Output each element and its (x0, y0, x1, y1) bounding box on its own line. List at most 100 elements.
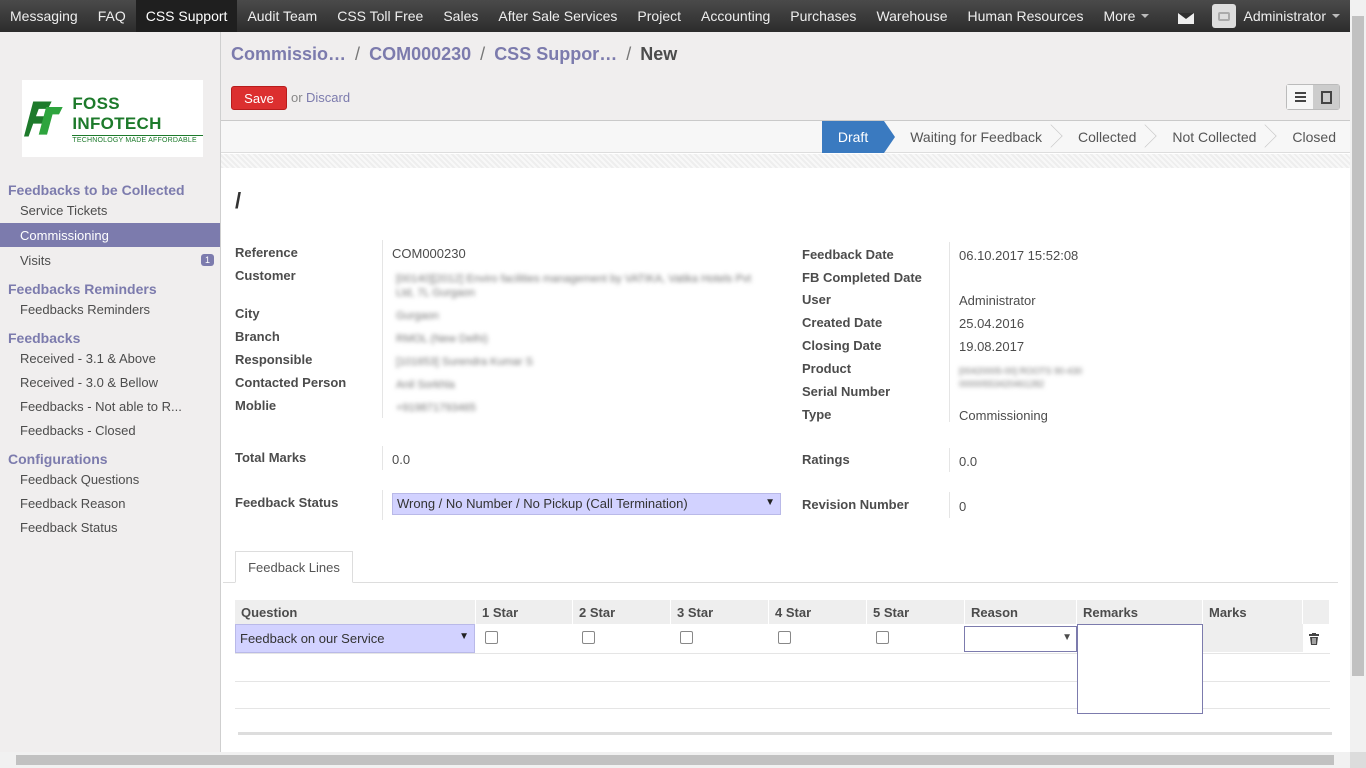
menu-project[interactable]: Project (627, 0, 691, 32)
field-divider (382, 240, 383, 418)
menu-more[interactable]: More (1093, 0, 1159, 32)
count-badge: 1 (200, 254, 214, 266)
sidebar-section-feedbacks-to-be-collected[interactable]: Feedbacks to be Collected (8, 182, 185, 198)
menu-accounting[interactable]: Accounting (691, 0, 780, 32)
menu-sales[interactable]: Sales (433, 0, 488, 32)
col-3-star[interactable]: 3 Star (671, 600, 769, 624)
col-1-star[interactable]: 1 Star (476, 600, 573, 624)
user-value[interactable]: Administrator (959, 293, 1036, 308)
sidebar-section-configurations[interactable]: Configurations (8, 451, 108, 467)
sidebar-item-feedback-questions[interactable]: Feedback Questions (0, 467, 220, 491)
top-menu-bar: Messaging FAQ CSS Support Audit Team CSS… (0, 0, 1350, 32)
feedback-status-label: Feedback Status (235, 495, 339, 510)
city-value: Gurgaon (396, 310, 439, 322)
type-label: Type (802, 407, 832, 422)
sidebar-item-received-above[interactable]: Received - 3.1 & Above (0, 346, 220, 370)
star-1-checkbox[interactable] (485, 631, 498, 644)
sidebar-item-feedback-reason[interactable]: Feedback Reason (0, 491, 220, 515)
contacted-person-label: Contacted Person (235, 375, 347, 390)
user-menu[interactable]: Administrator (1244, 8, 1340, 24)
breadcrumb-commissioning[interactable]: Commissio… (231, 44, 346, 64)
logo-tagline: TECHNOLOGY MADE AFFORDABLE (72, 134, 203, 144)
sidebar-item-feedback-status[interactable]: Feedback Status (0, 515, 220, 539)
discard-link[interactable]: Discard (306, 90, 350, 105)
breadcrumb-css-support[interactable]: CSS Suppor… (494, 44, 617, 64)
sidebar-item-feedbacks-reminders[interactable]: Feedbacks Reminders (0, 297, 220, 321)
sidebar-item-commissioning[interactable]: Commissioning (0, 223, 220, 247)
scroll-thumb[interactable] (16, 755, 1334, 765)
menu-more-label: More (1103, 8, 1136, 24)
menu-audit-team[interactable]: Audit Team (237, 0, 327, 32)
status-bar: Draft Waiting for Feedback Collected Not… (221, 121, 1350, 153)
menu-after-sale-services[interactable]: After Sale Services (488, 0, 627, 32)
sidebar-item-visits[interactable]: Visits 1 (0, 248, 220, 272)
question-select[interactable]: Feedback on our Service ▼ (235, 624, 475, 653)
record-name: / (235, 188, 242, 213)
avatar[interactable] (1211, 4, 1236, 28)
dropdown-arrow-icon: ▼ (1062, 632, 1072, 643)
customer-value[interactable]: [00140][2012] Enviro facilities manageme… (396, 272, 756, 300)
menu-human-resources[interactable]: Human Resources (958, 0, 1094, 32)
city-label: City (235, 306, 260, 321)
stage-draft[interactable]: Draft (821, 121, 896, 153)
col-reason[interactable]: Reason (965, 600, 1077, 624)
closing-date-value: 19.08.2017 (959, 339, 1025, 354)
sidebar-item-not-able-to-reach[interactable]: Feedbacks - Not able to R... (0, 394, 220, 418)
stage-collected[interactable]: Collected (1056, 121, 1158, 153)
vertical-scrollbar[interactable] (1350, 0, 1366, 752)
col-2-star[interactable]: 2 Star (573, 600, 671, 624)
col-marks[interactable]: Marks (1203, 600, 1303, 624)
reference-label: Reference (235, 245, 298, 260)
scroll-thumb[interactable] (1352, 16, 1364, 676)
stage-closed[interactable]: Closed (1270, 121, 1350, 153)
mail-icon[interactable] (1177, 12, 1194, 24)
menu-css-support[interactable]: CSS Support (135, 0, 238, 32)
col-4-star[interactable]: 4 Star (769, 600, 867, 624)
reason-select[interactable]: ▼ (964, 626, 1077, 652)
star-2-checkbox[interactable] (582, 631, 595, 644)
foss-logo-icon (24, 100, 63, 137)
menu-css-toll-free[interactable]: CSS Toll Free (327, 0, 433, 32)
tab-feedback-lines[interactable]: Feedback Lines (235, 551, 353, 583)
menu-messaging[interactable]: Messaging (0, 0, 88, 32)
control-panel: Commissio… / COM000230 / CSS Suppor… / N… (221, 32, 1350, 121)
col-question[interactable]: Question (235, 600, 476, 624)
stage-not-collected[interactable]: Not Collected (1150, 121, 1278, 153)
menu-warehouse[interactable]: Warehouse (866, 0, 957, 32)
serial-number-value: 00000553420461282 (959, 379, 1045, 389)
sidebar: FOSS INFOTECH TECHNOLOGY MADE AFFORDABLE… (0, 32, 221, 752)
dropdown-arrow-icon: ▼ (765, 497, 775, 508)
remarks-textarea[interactable] (1077, 624, 1203, 714)
branch-value[interactable]: RMOL (New Delhi) (396, 333, 488, 345)
feedback-status-select[interactable]: Wrong / No Number / No Pickup (Call Term… (392, 493, 781, 515)
star-4-checkbox[interactable] (778, 631, 791, 644)
col-5-star[interactable]: 5 Star (867, 600, 965, 624)
list-view-icon[interactable] (1287, 85, 1313, 109)
contacted-person-value: Anil Sorkhla (396, 379, 455, 391)
save-button[interactable]: Save (231, 86, 287, 110)
stage-pipeline: Draft Waiting for Feedback Collected Not… (821, 121, 1350, 153)
sidebar-section-feedbacks-reminders[interactable]: Feedbacks Reminders (8, 281, 157, 297)
trash-icon[interactable] (1309, 633, 1319, 645)
sidebar-item-received-below[interactable]: Received - 3.0 & Bellow (0, 370, 220, 394)
responsible-value[interactable]: [101653] Surendra Kumar S (396, 356, 533, 368)
branch-label: Branch (235, 329, 280, 344)
sidebar-item-service-tickets[interactable]: Service Tickets (0, 198, 220, 222)
view-switcher (1286, 84, 1340, 110)
breadcrumb-com000230[interactable]: COM000230 (369, 44, 471, 64)
col-remarks[interactable]: Remarks (1077, 600, 1203, 624)
breadcrumb-separator: / (626, 44, 632, 64)
menu-faq[interactable]: FAQ (88, 0, 136, 32)
star-5-checkbox[interactable] (876, 631, 889, 644)
responsible-label: Responsible (235, 352, 313, 367)
feedback-date-value: 06.10.2017 15:52:08 (959, 248, 1079, 263)
sidebar-section-feedbacks[interactable]: Feedbacks (8, 330, 80, 346)
star-3-checkbox[interactable] (680, 631, 693, 644)
company-logo[interactable]: FOSS INFOTECH TECHNOLOGY MADE AFFORDABLE (22, 80, 203, 157)
sidebar-item-feedbacks-closed[interactable]: Feedbacks - Closed (0, 418, 220, 442)
form-view-icon[interactable] (1313, 85, 1339, 109)
product-value[interactable]: [00420005-00] ROOTS 90-430 (959, 366, 1082, 376)
menu-purchases[interactable]: Purchases (780, 0, 866, 32)
stage-waiting-for-feedback[interactable]: Waiting for Feedback (884, 121, 1063, 153)
horizontal-scrollbar[interactable] (0, 752, 1350, 768)
